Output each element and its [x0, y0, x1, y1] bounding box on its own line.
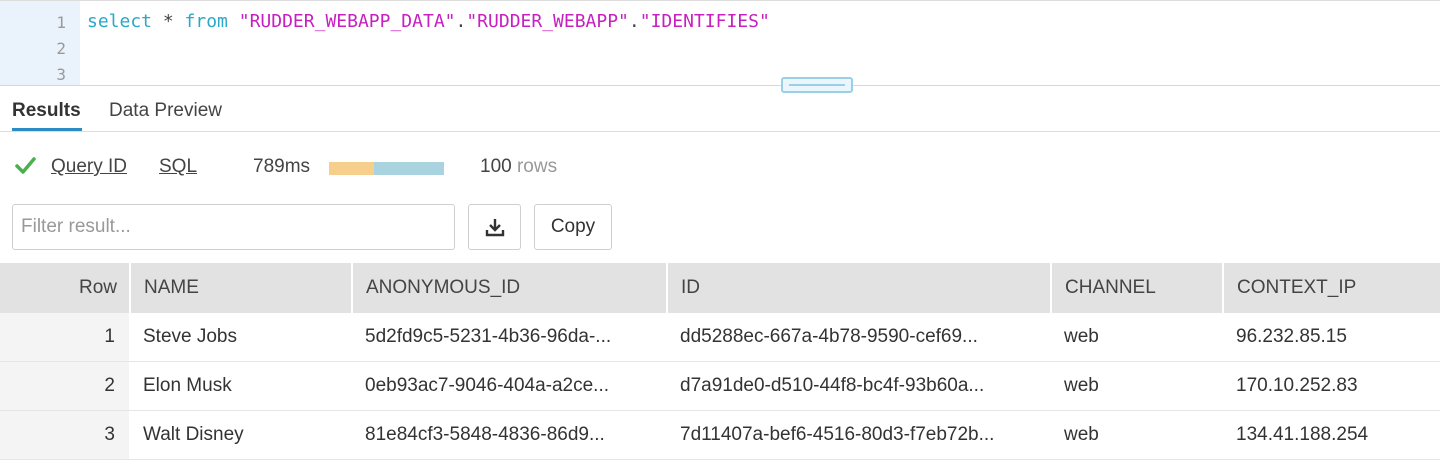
column-header-name[interactable]: NAME — [129, 263, 351, 313]
line-number-gutter: 1 2 3 — [0, 1, 80, 85]
row-count: 100 rows — [480, 156, 557, 178]
table-header: Row NAME ANONYMOUS_ID ID CHANNEL CONTEXT… — [0, 263, 1440, 313]
result-tabs: Results Data Preview — [0, 86, 1440, 132]
sql-keyword: from — [184, 11, 228, 32]
table-row[interactable]: 3 Walt Disney 81e84cf3-5848-4836-86d9...… — [0, 411, 1440, 460]
sql-identifier: "RUDDER_WEBAPP" — [466, 11, 629, 32]
sql-keyword: select — [87, 11, 153, 32]
column-header-id[interactable]: ID — [666, 263, 1050, 313]
sql-dot: . — [455, 11, 467, 32]
cell-id[interactable]: dd5288ec-667a-4b78-9590-cef69... — [666, 313, 1050, 361]
cell-id[interactable]: 7d11407a-bef6-4516-80d3-f7eb72b... — [666, 411, 1050, 459]
cell-name[interactable]: Walt Disney — [129, 411, 351, 459]
cell-id[interactable]: d7a91de0-d510-44f8-bc4f-93b60a... — [666, 362, 1050, 410]
line-number: 1 — [56, 13, 66, 32]
query-duration: 789ms — [253, 156, 311, 177]
table-row[interactable]: 1 Steve Jobs 5d2fd9c5-5231-4b36-96da-...… — [0, 313, 1440, 362]
cell-context-ip[interactable]: 134.41.188.254 — [1222, 411, 1440, 459]
line-number: 3 — [56, 65, 66, 84]
cell-context-ip[interactable]: 96.232.85.15 — [1222, 313, 1440, 361]
sql-star: * — [152, 11, 185, 32]
row-number: 2 — [0, 362, 129, 410]
cell-anonymous-id[interactable]: 81e84cf3-5848-4836-86d9... — [351, 411, 666, 459]
copy-button[interactable]: Copy — [534, 204, 612, 250]
row-count-value: 100 — [480, 156, 512, 177]
query-stats: Query ID SQL 789ms 100 rows — [0, 140, 1440, 192]
column-header-row[interactable]: Row — [0, 263, 129, 313]
sql-dot: . — [628, 11, 640, 32]
download-icon — [485, 219, 504, 237]
duration-bar[interactable] — [329, 162, 444, 175]
sql-query-text[interactable]: select * from "RUDDER_WEBAPP_DATA"."RUDD… — [87, 11, 770, 32]
cell-channel[interactable]: web — [1050, 411, 1222, 459]
download-button[interactable] — [468, 204, 521, 250]
check-icon — [15, 157, 36, 174]
row-count-label: rows — [516, 156, 558, 177]
line-number: 2 — [56, 39, 66, 58]
tab-results[interactable]: Results — [12, 100, 81, 122]
sql-editor[interactable]: 1 2 3 select * from "RUDDER_WEBAPP_DATA"… — [0, 0, 1440, 93]
cell-anonymous-id[interactable]: 5d2fd9c5-5231-4b36-96da-... — [351, 313, 666, 361]
duration-bar-compile — [329, 162, 374, 175]
column-header-channel[interactable]: CHANNEL — [1050, 263, 1222, 313]
sql-identifier: "IDENTIFIES" — [639, 11, 770, 32]
cell-name[interactable]: Steve Jobs — [129, 313, 351, 361]
cell-context-ip[interactable]: 170.10.252.83 — [1222, 362, 1440, 410]
cell-channel[interactable]: web — [1050, 313, 1222, 361]
filter-result-input[interactable] — [12, 204, 455, 250]
sql-identifier: "RUDDER_WEBAPP_DATA" — [238, 11, 456, 32]
table-row[interactable]: 2 Elon Musk 0eb93ac7-9046-404a-a2ce... d… — [0, 362, 1440, 411]
column-header-anonymous-id[interactable]: ANONYMOUS_ID — [351, 263, 666, 313]
row-number: 1 — [0, 313, 129, 361]
sql-link[interactable]: SQL — [159, 156, 197, 178]
active-tab-indicator — [12, 128, 82, 131]
cell-anonymous-id[interactable]: 0eb93ac7-9046-404a-a2ce... — [351, 362, 666, 410]
column-header-context-ip[interactable]: CONTEXT_IP — [1222, 263, 1440, 313]
cell-name[interactable]: Elon Musk — [129, 362, 351, 410]
row-number: 3 — [0, 411, 129, 459]
tab-data-preview[interactable]: Data Preview — [109, 100, 222, 122]
cell-channel[interactable]: web — [1050, 362, 1222, 410]
query-id-link[interactable]: Query ID — [51, 156, 127, 178]
